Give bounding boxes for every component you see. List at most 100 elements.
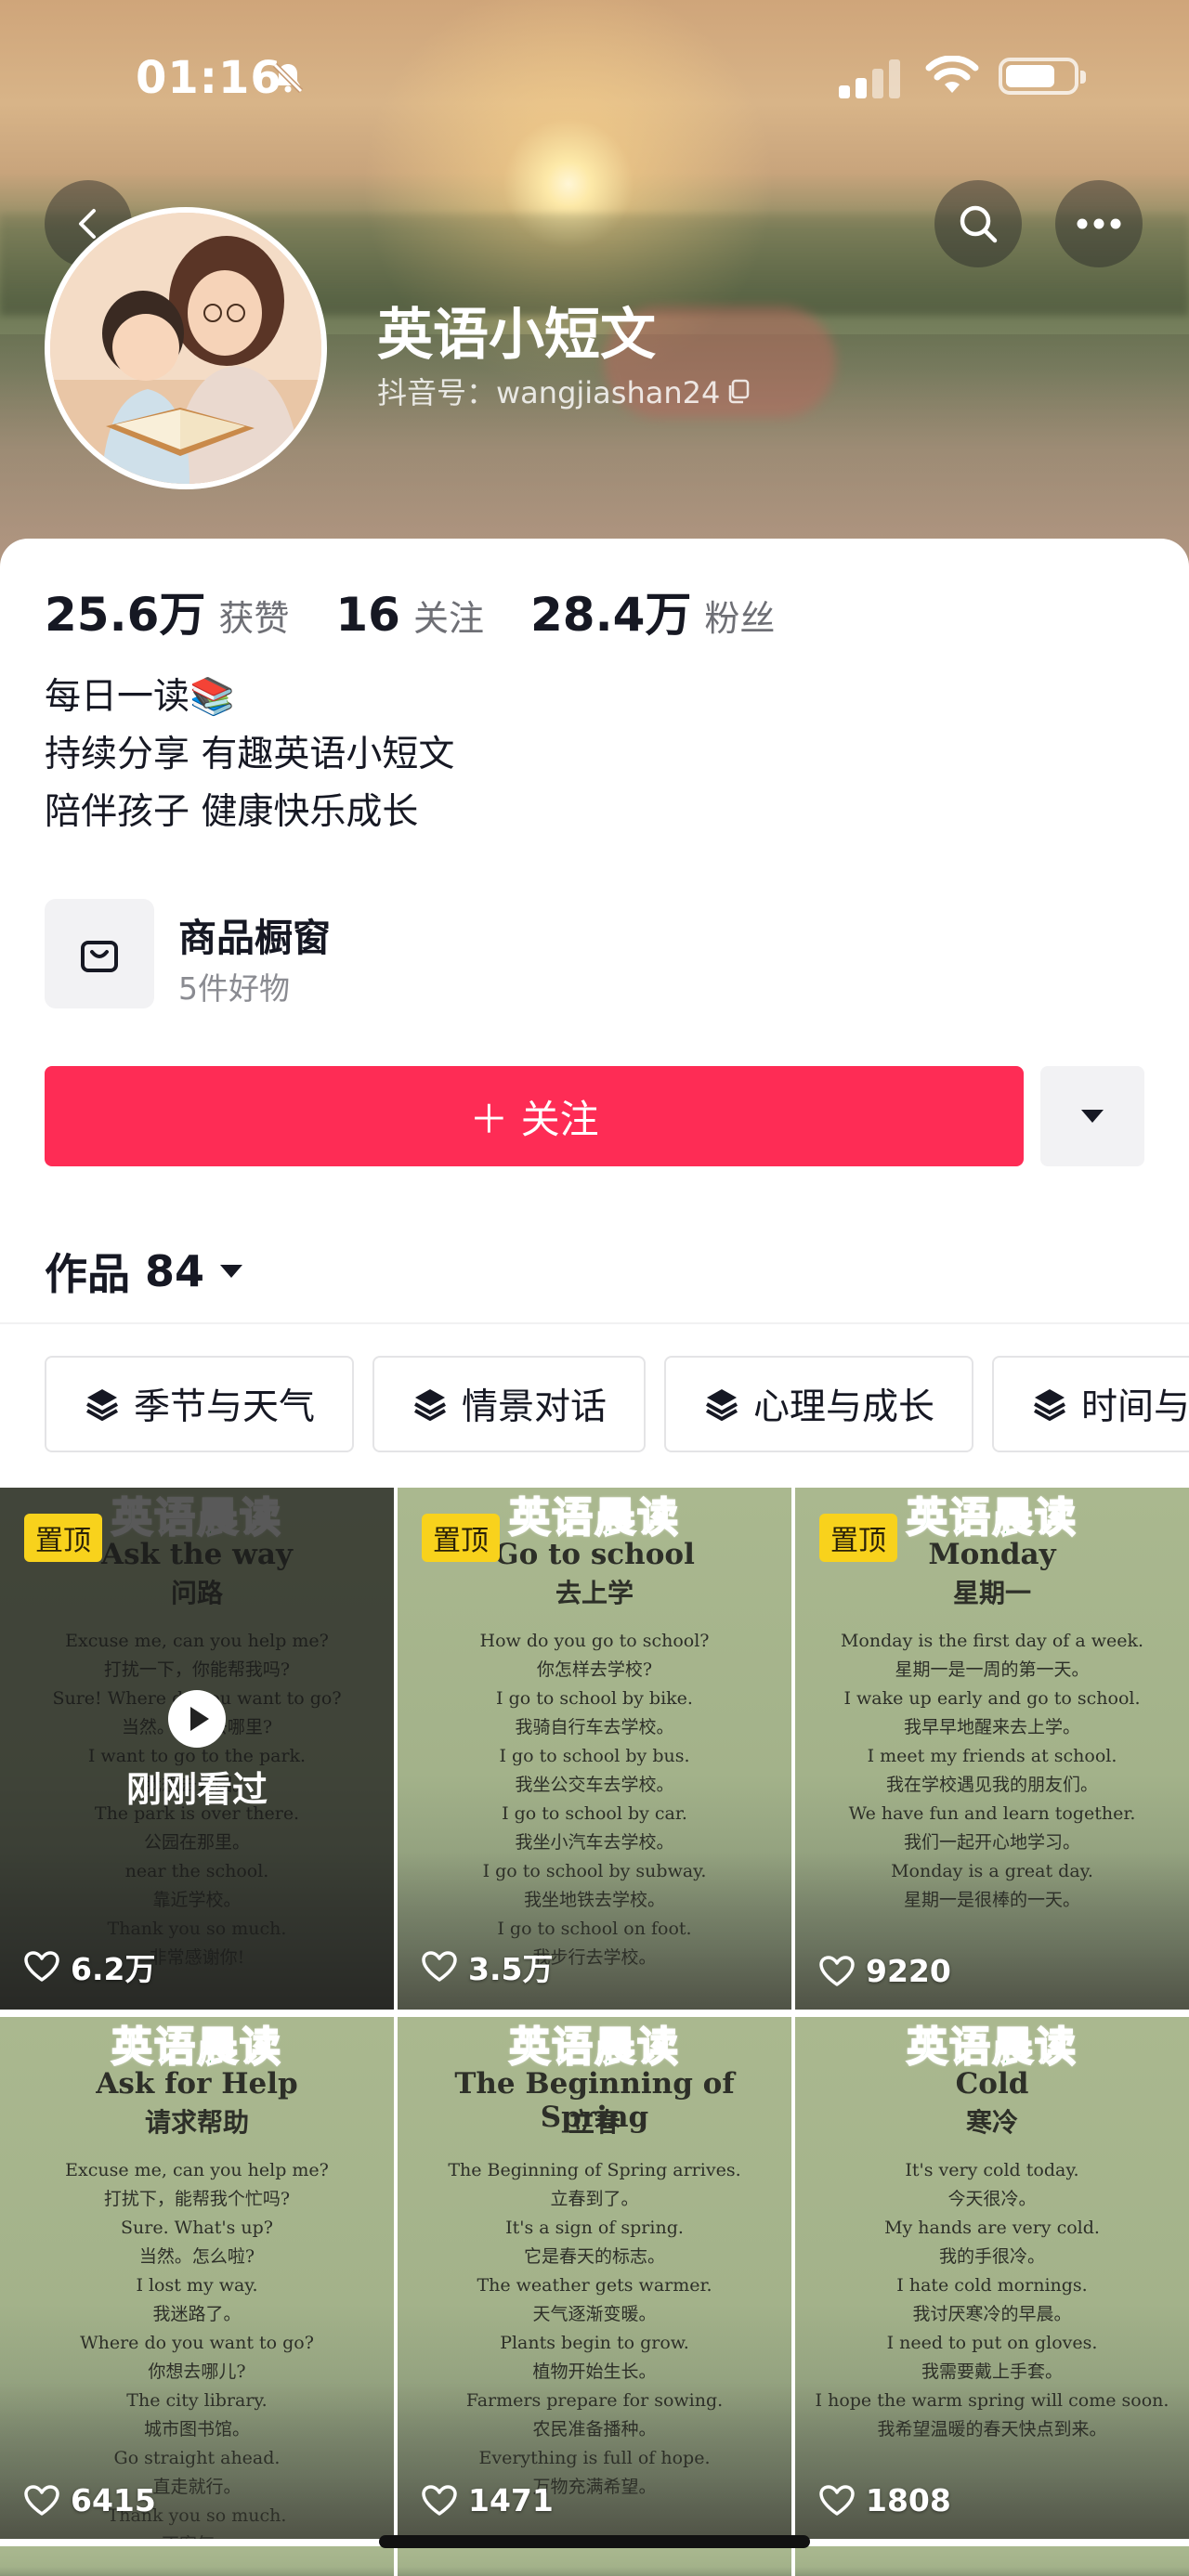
video-likes-count: 6.2万 — [71, 1951, 156, 1987]
battery-icon — [999, 58, 1086, 95]
thumbnail-text-line: It's a sign of spring. — [505, 2218, 684, 2238]
video-tile[interactable]: 英语晨读 Go to school 去上学 How do you go to scho… — [398, 1488, 791, 2010]
follow-button[interactable]: ＋ 关注 — [45, 1066, 1024, 1166]
thumbnail-text-line: 你想去哪儿? — [148, 2361, 246, 2382]
thumbnail-text-line: I go to school by bus. — [499, 1746, 690, 1766]
video-likes: 9220 — [819, 1953, 951, 1989]
video-likes-count: 1808 — [866, 2482, 951, 2518]
thumbnail-text-line: I go to school on foot. — [497, 1919, 692, 1939]
thumbnail-brand: 英语晨读 — [906, 2023, 1078, 2072]
thumbnail-text-line: It's very cold today. — [905, 2160, 1079, 2180]
profile-name: 英语小短文 — [377, 303, 656, 368]
collection-chip[interactable]: 时间与节 — [992, 1356, 1189, 1452]
thumbnail-text-line: 它是春天的标志。 — [523, 2246, 665, 2267]
thumbnail-brand: 英语晨读 — [111, 2023, 282, 2072]
profile-handle[interactable]: 抖音号：wangjiashan24 — [377, 370, 753, 412]
followers-count[interactable]: 28.4万 — [530, 578, 691, 644]
following-count[interactable]: 16 — [335, 588, 400, 642]
thumbnail-title-en: Ask for Help — [96, 2067, 298, 2101]
profile-screen: 01:16 英语小短文 抖音号：wangjiashan24 25.6万 获赞 1… — [0, 0, 1189, 2576]
layers-icon — [414, 1389, 446, 1422]
thumbnail-text-line: 农民准备播种。 — [532, 2419, 657, 2439]
thumbnail-text: Monday is the first day of a week. 星期一是一周… — [795, 1627, 1189, 1915]
thumbnail-text-line: We have fun and learn together. — [848, 1803, 1136, 1824]
copy-icon[interactable] — [725, 377, 753, 405]
status-time: 01:16 — [136, 52, 282, 104]
thumbnail-title-zh: 寒冷 — [965, 2107, 1018, 2138]
thumbnail-text-line: 我坐地铁去学校。 — [523, 1890, 665, 1910]
video-tile[interactable]: 英语晨读Ask the way问路Excuse me, can you help… — [0, 1488, 394, 2010]
section-divider — [0, 1322, 1189, 1324]
following-label: 关注 — [412, 598, 484, 639]
thumbnail-text-line: 立春到了。 — [550, 2189, 639, 2209]
shopping-bag-icon — [45, 899, 154, 1008]
video-tile-partial[interactable] — [795, 2546, 1189, 2576]
chip-label: 心理与成长 — [753, 1386, 935, 1428]
profile-stats: 25.6万 获赞 16 关注 28.4万 粉丝 — [45, 578, 821, 644]
collection-chip[interactable]: 心理与成长 — [664, 1356, 974, 1452]
thumbnail-text-line: 我坐公交车去学校。 — [515, 1775, 674, 1795]
bio-line: 持续分享 有趣英语小短文 — [45, 734, 455, 775]
search-button[interactable] — [934, 180, 1022, 267]
thumbnail-text-line: 星期一是一周的第一天。 — [895, 1659, 1090, 1680]
thumbnail-text-line: Monday is the first day of a week. — [840, 1631, 1144, 1651]
more-dots-icon — [1077, 218, 1121, 229]
likes-count[interactable]: 25.6万 — [45, 578, 205, 644]
works-tab[interactable]: 作品 84 — [45, 1241, 243, 1302]
avatar-illustration — [50, 213, 321, 484]
thumbnail-text-line: I wake up early and go to school. — [843, 1688, 1141, 1709]
thumbnail-text-line: 我的手很冷。 — [938, 2246, 1045, 2267]
thumbnail-text-line: 我迷路了。 — [152, 2304, 242, 2324]
cellular-signal-icon — [839, 58, 900, 98]
video-likes: 3.5万 — [422, 1945, 553, 1989]
thumbnail-text-line: 城市图书馆。 — [143, 2419, 250, 2439]
video-tile[interactable]: 英语晨读 The Beginning of Spring 立春 The Beginni… — [398, 2017, 791, 2539]
chip-label: 时间与节 — [1081, 1386, 1189, 1428]
recently-watched-label: 刚刚看过 — [125, 1769, 268, 1810]
shop-window-entry[interactable]: 商品橱窗 5件好物 — [45, 899, 331, 1008]
thumbnail-text-line: I lost my way. — [136, 2275, 258, 2296]
thumbnail-text-line: 不客气。 — [0, 2530, 394, 2539]
thumbnail-text: It's very cold today. 今天很冷。 My hands are v… — [795, 2156, 1189, 2444]
thumbnail-title-zh: 去上学 — [555, 1578, 634, 1608]
pinned-badge: 置顶 — [819, 1514, 897, 1562]
thumbnail-text: How do you go to school? 你怎样去学校? I go to s… — [398, 1627, 791, 1972]
thumbnail-text-line: Farmers prepare for sowing. — [465, 2390, 724, 2411]
video-tile[interactable]: 英语晨读 Cold 寒冷 It's very cold today. 今天很冷。 My h… — [795, 2017, 1189, 2539]
video-likes: 6.2万 — [24, 1945, 155, 1989]
video-tile[interactable]: 英语晨读 Ask for Help 请求帮助 Excuse me, can you h… — [0, 2017, 394, 2539]
video-tile[interactable]: 英语晨读 Monday 星期一 Monday is the first day of … — [795, 1488, 1189, 2010]
thumbnail-text-line: How do you go to school? — [479, 1631, 710, 1651]
recommend-dropdown-button[interactable] — [1040, 1066, 1144, 1166]
video-likes: 1471 — [422, 2482, 554, 2518]
video-thumbnail — [795, 2546, 1189, 2576]
thumbnail-text-line: 我需要戴上手套。 — [921, 2361, 1063, 2382]
thumbnail-text-line: My hands are very cold. — [884, 2218, 1100, 2238]
avatar[interactable] — [45, 207, 327, 489]
thumbnail-text-line: Plants begin to grow. — [500, 2333, 689, 2353]
thumbnail-text-line: 你怎样去学校? — [536, 1659, 653, 1680]
works-count: 84 — [145, 1246, 205, 1296]
caret-down-icon — [220, 1265, 243, 1278]
thumbnail-text-line: I need to put on gloves. — [886, 2333, 1098, 2353]
thumbnail-text-line: 星期一是很棒的一天。 — [903, 1890, 1080, 1910]
thumbnail-text-line: 我们一起开心地学习。 — [903, 1832, 1080, 1853]
thumbnail-text-line: 打扰下，能帮我个忙吗? — [103, 2189, 291, 2209]
collection-chip[interactable]: 情景对话 — [372, 1356, 647, 1452]
video-tile-partial[interactable] — [398, 2546, 791, 2576]
shop-title: 商品橱窗 — [178, 916, 331, 960]
thumbnail-text-line: The weather gets warmer. — [477, 2275, 712, 2296]
home-indicator — [379, 2535, 810, 2548]
video-tile-partial[interactable] — [0, 2546, 394, 2576]
thumbnail-text-line: 今天很冷。 — [947, 2189, 1037, 2209]
profile-bio: 每日一读📚 持续分享 有趣英语小短文 陪伴孩子 健康快乐成长 — [45, 669, 454, 841]
thumbnail-text-line: I go to school by subway. — [482, 1861, 707, 1881]
layers-icon — [1034, 1389, 1066, 1422]
bio-line: 陪伴孩子 健康快乐成长 — [45, 791, 419, 833]
thumbnail-text-line: Sure. What's up? — [121, 2218, 273, 2238]
thumbnail-text-line: The city library. — [126, 2390, 268, 2411]
thumbnail-text-line: Everything is full of hope. — [478, 2448, 711, 2468]
thumbnail-text-line: 我希望温暖的春天快点到来。 — [877, 2419, 1107, 2439]
collection-chip[interactable]: 季节与天气 — [45, 1356, 355, 1452]
more-options-button[interactable] — [1055, 180, 1143, 267]
